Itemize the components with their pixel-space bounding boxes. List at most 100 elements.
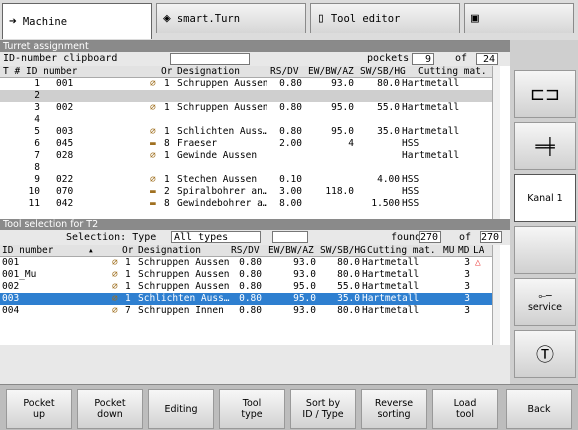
tool-icon: ⌀ (150, 174, 156, 185)
side-button-4[interactable] (514, 226, 576, 274)
col-header[interactable]: ID number (26, 66, 77, 78)
table-row[interactable]: 11 042 ▬ 8 Gewindebohrer a… 8.00 1.500 HSS (0, 198, 492, 210)
table-row[interactable]: 6 045 ▬ 8 Fraeser 2.00 4 HSS (0, 138, 492, 150)
list-item[interactable]: 004 ⌀ 7 Schruppen Innen 0.80 93.0 80.0 Hartmeta… (0, 305, 492, 317)
orientation: 1 (125, 281, 131, 292)
col-header[interactable]: MU (443, 245, 454, 257)
side-button-2[interactable]: ═╪ (514, 122, 576, 170)
turret-icon: ⊏⊐ (529, 83, 561, 105)
md-value: 3 (464, 293, 470, 304)
tool-t-button[interactable]: Ⓣ (514, 330, 576, 378)
col-header[interactable]: RS/DV (270, 66, 299, 78)
col-header[interactable]: Or (122, 245, 133, 257)
table-row[interactable]: 1 001 ⌀ 1 Schruppen Aussen 0.80 93.0 80.0 Hartme… (0, 78, 492, 90)
kanal-button[interactable]: Kanal 1 (514, 174, 576, 222)
col-header[interactable]: Designation (177, 66, 240, 78)
col-header[interactable]: Cutting mat. (367, 245, 436, 257)
col-header[interactable]: EW/BW/AZ (308, 66, 354, 78)
table-row[interactable]: 8 (0, 162, 492, 174)
id-number: 022 (56, 174, 74, 185)
orientation: 1 (164, 126, 170, 137)
rs-dv: 0.80 (279, 102, 302, 113)
clipboard-field[interactable] (170, 53, 250, 65)
id-number: 004 (2, 305, 20, 316)
cutting-mat: HSS (402, 174, 420, 185)
table-row[interactable]: 3 002 ⌀ 1 Schruppen Aussen 0.80 95.0 55.0 Hartme… (0, 102, 492, 114)
softkey-bar: Pocket up Pocket down Editing Tool type … (0, 384, 578, 430)
table-row[interactable]: 9 022 ⌀ 1 Stechen Aussen 0.10 4.00 HSS (0, 174, 492, 186)
pocket-number: 3 (34, 102, 40, 113)
tab-tool-editor[interactable]: ▯ Tool editor (310, 3, 460, 33)
pocket-number: 6 (34, 138, 40, 149)
cutting-mat: Hartmetall (402, 78, 460, 89)
id-number: 042 (56, 198, 74, 209)
rs-dv: 0.80 (239, 257, 262, 268)
wrench-icon: ⟜─ (538, 291, 552, 302)
rs-dv: 0.80 (279, 78, 302, 89)
col-header[interactable]: Or (161, 66, 172, 78)
type-select[interactable]: All types (171, 231, 261, 243)
editing-button[interactable]: Editing (148, 389, 214, 429)
col-header[interactable]: SW/SB/HG (320, 245, 366, 257)
cutting-mat: Hartmetall (402, 150, 460, 161)
cutting-mat: Hartmetall (362, 281, 420, 292)
col-header[interactable]: EW/BW/AZ (268, 245, 314, 257)
list-item[interactable]: 002 ⌀ 1 Schruppen Aussen 0.80 95.0 55.0 Hartmet… (0, 281, 492, 293)
tab-smart-turn[interactable]: ◈ smart.Turn (156, 3, 306, 33)
cutting-mat: Hartmetall (362, 269, 420, 280)
col-header[interactable]: SW/SB/HG (360, 66, 406, 78)
selection-extra-field[interactable] (272, 231, 308, 243)
col-header[interactable]: Cutting mat. (418, 66, 487, 78)
sw-sb-hg: 55.0 (377, 102, 400, 113)
col-header[interactable]: ID number (2, 245, 53, 257)
pocket-up-button[interactable]: Pocket up (6, 389, 72, 429)
load-tool-button[interactable]: Load tool (432, 389, 498, 429)
rs-dv: 0.10 (279, 174, 302, 185)
tool-icon: ⌀ (112, 305, 118, 316)
side-softkeys: ⊏⊐ ═╪ Kanal 1 ⟜─ service Ⓣ (510, 40, 578, 384)
designation: Stechen Aussen (177, 174, 258, 185)
pocket-down-button[interactable]: Pocket down (77, 389, 143, 429)
col-header[interactable]: RS/DV (231, 245, 260, 257)
table-row[interactable]: 7 028 ⌀ 1 Gewinde Aussen Hartmetall (0, 150, 492, 162)
side-button-1[interactable]: ⊏⊐ (514, 70, 576, 118)
sort-button[interactable]: Sort by ID / Type (290, 389, 356, 429)
ew-bw-az: 95.0 (331, 126, 354, 137)
md-value: 3 (464, 269, 470, 280)
tab-save[interactable]: ▣ (464, 3, 574, 33)
table-row[interactable]: 4 (0, 114, 492, 126)
designation: Gewindebohrer a… (177, 198, 267, 209)
cutting-mat: HSS (402, 138, 420, 149)
designation: Spiralbohrer an… (177, 186, 267, 197)
col-header[interactable]: MD (458, 245, 469, 257)
col-header[interactable]: LA (473, 245, 484, 257)
table-row[interactable]: 2 (0, 90, 492, 102)
selection-scrollbar[interactable] (492, 245, 500, 345)
list-item[interactable]: 001 ⌀ 1 Schruppen Aussen 0.80 93.0 80.0 Hartmet… (0, 257, 492, 269)
document-icon: ▯ (317, 11, 325, 26)
list-item[interactable]: 001_Mu ⌀ 1 Schruppen Aussen 0.80 93.0 80.0 Hart… (0, 269, 492, 281)
sw-sb-hg: 35.0 (377, 126, 400, 137)
sw-sb-hg: 4.00 (377, 174, 400, 185)
pockets-field[interactable]: 9 (412, 53, 434, 65)
service-button[interactable]: ⟜─ service (514, 278, 576, 326)
back-button[interactable]: Back (506, 389, 572, 429)
tool-type-button[interactable]: Tool type (219, 389, 285, 429)
selection-title: Tool selection for T2 (0, 219, 510, 230)
table-row[interactable]: 5 003 ⌀ 1 Schlichten Auss… 0.80 95.0 35.0 Hartme… (0, 126, 492, 138)
turret-scrollbar[interactable] (492, 66, 500, 219)
col-header[interactable]: Designation (138, 245, 201, 257)
pocket-number: 2 (34, 90, 40, 101)
tab-machine[interactable]: ➔ Machine (2, 3, 152, 39)
col-header[interactable]: T # (3, 66, 20, 78)
list-item[interactable]: 003 ⌀ 1 Schlichten Auss… 0.80 95.0 35.0 Hartmet… (0, 293, 492, 305)
reverse-sorting-button[interactable]: Reverse sorting (361, 389, 427, 429)
table-row[interactable]: 10 070 ▬ 2 Spiralbohrer an… 3.00 118.0 HSS (0, 186, 492, 198)
pocket-number: 5 (34, 126, 40, 137)
tool-icon: ⌀ (112, 281, 118, 292)
ew-bw-az: 93.0 (293, 305, 316, 316)
rs-dv: 8.00 (279, 198, 302, 209)
tool-icon: ⌀ (150, 78, 156, 89)
id-number: 002 (56, 102, 74, 113)
warning-icon: △ (475, 257, 481, 268)
